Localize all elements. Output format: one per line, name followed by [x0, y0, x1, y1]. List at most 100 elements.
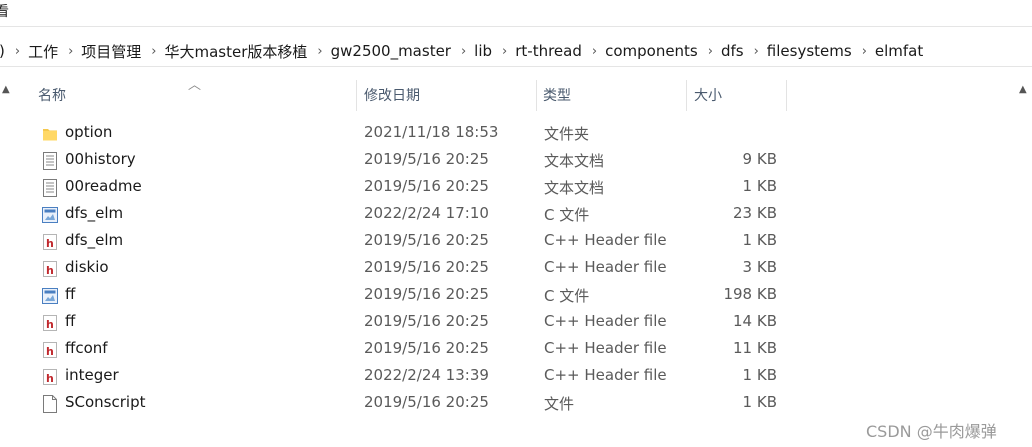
file-size: 23 KB — [733, 204, 777, 222]
c-file-icon — [42, 287, 58, 305]
chevron-right-icon[interactable]: › — [754, 44, 759, 59]
file-row[interactable]: h dfs_elm 2019/5/16 20:25 C++ Header file 1 … — [0, 228, 1000, 255]
breadcrumb-item[interactable]: 华大master版本移植 — [165, 41, 308, 62]
column-date-header[interactable]: 修改日期 — [364, 80, 420, 111]
svg-text:h: h — [46, 372, 54, 385]
chevron-right-icon[interactable]: › — [461, 44, 466, 59]
file-name: diskio — [65, 258, 109, 276]
svg-text:h: h — [46, 237, 54, 250]
breadcrumb-item[interactable]: elmfat — [875, 42, 923, 60]
file-type: C++ Header file — [544, 366, 667, 384]
file-size: 1 KB — [742, 393, 777, 411]
watermark: CSDN @牛肉爆弹 — [866, 422, 997, 441]
file-size: 1 KB — [742, 177, 777, 195]
breadcrumb-item[interactable]: rt-thread — [515, 42, 582, 60]
column-size-header[interactable]: 大小 — [694, 80, 722, 111]
file-row[interactable]: h ff 2019/5/16 20:25 C++ Header file 14 KB — [0, 309, 1000, 336]
column-name-header[interactable]: 名称 — [38, 80, 66, 111]
file-size: 14 KB — [733, 312, 777, 330]
chevron-right-icon[interactable]: › — [708, 44, 713, 59]
svg-text:h: h — [46, 345, 54, 358]
file-type: C++ Header file — [544, 339, 667, 357]
header-file-icon: h — [42, 314, 58, 332]
file-list: option 2021/11/18 18:53 文件夹 00history 2019/5… — [0, 120, 1000, 417]
file-row[interactable]: dfs_elm 2022/2/24 17:10 C 文件 23 KB — [0, 201, 1000, 228]
column-divider[interactable] — [686, 80, 687, 111]
file-row[interactable]: h integer 2022/2/24 13:39 C++ Header file 1 … — [0, 363, 1000, 390]
file-date: 2019/5/16 20:25 — [364, 231, 489, 249]
menu-strip: 看 — [0, 0, 1032, 27]
chevron-right-icon[interactable]: › — [68, 44, 73, 59]
file-size: 1 KB — [742, 231, 777, 249]
column-divider[interactable] — [356, 80, 357, 111]
generic-file-icon — [42, 395, 58, 413]
text-file-icon — [42, 179, 58, 197]
column-divider[interactable] — [536, 80, 537, 111]
file-row[interactable]: option 2021/11/18 18:53 文件夹 — [0, 120, 1000, 147]
svg-text:h: h — [46, 264, 54, 277]
file-date: 2021/11/18 18:53 — [364, 123, 499, 141]
svg-text:h: h — [46, 318, 54, 331]
file-row[interactable]: 00history 2019/5/16 20:25 文本文档 9 KB — [0, 147, 1000, 174]
file-type: C++ Header file — [544, 231, 667, 249]
file-type: 文本文档 — [544, 179, 605, 197]
chevron-right-icon[interactable]: › — [15, 44, 20, 59]
file-type: C++ Header file — [544, 258, 667, 276]
file-size: 9 KB — [742, 150, 777, 168]
chevron-right-icon[interactable]: › — [317, 44, 322, 59]
view-menu[interactable]: 看 — [0, 1, 9, 21]
column-divider[interactable] — [786, 80, 787, 111]
breadcrumb-item[interactable]: filesystems — [767, 42, 852, 60]
file-row[interactable]: 00readme 2019/5/16 20:25 文本文档 1 KB — [0, 174, 1000, 201]
file-date: 2022/2/24 17:10 — [364, 204, 489, 222]
file-type: C++ Header file — [544, 312, 667, 330]
header-file-icon: h — [42, 368, 58, 386]
file-type: 文本文档 — [544, 152, 605, 170]
file-date: 2019/5/16 20:25 — [364, 339, 489, 357]
file-name: dfs_elm — [65, 231, 124, 249]
text-file-icon — [42, 152, 58, 170]
chevron-right-icon[interactable]: › — [151, 44, 156, 59]
nav-pane-scroll-up-icon[interactable]: ▲ — [2, 84, 10, 95]
file-type: 文件夹 — [544, 125, 590, 143]
column-type-header[interactable]: 类型 — [543, 80, 571, 111]
breadcrumb-item[interactable]: 工作 — [28, 41, 58, 62]
file-name: option — [65, 123, 113, 141]
c-file-icon — [42, 206, 58, 224]
file-name: ffconf — [65, 339, 108, 357]
file-date: 2019/5/16 20:25 — [364, 393, 489, 411]
file-date: 2022/2/24 13:39 — [364, 366, 489, 384]
chevron-right-icon[interactable]: › — [592, 44, 597, 59]
chevron-right-icon[interactable]: › — [862, 44, 867, 59]
file-row[interactable]: ff 2019/5/16 20:25 C 文件 198 KB — [0, 282, 1000, 309]
file-row[interactable]: h ffconf 2019/5/16 20:25 C++ Header file 11 … — [0, 336, 1000, 363]
file-row[interactable]: SConscript 2019/5/16 20:25 文件 1 KB — [0, 390, 1000, 417]
chevron-right-icon[interactable]: › — [502, 44, 507, 59]
header-file-icon: h — [42, 233, 58, 251]
file-name: 00history — [65, 150, 136, 168]
sort-ascending-icon: ︿ — [188, 78, 202, 93]
file-row[interactable]: h diskio 2019/5/16 20:25 C++ Header file 3 K… — [0, 255, 1000, 282]
header-file-icon: h — [42, 341, 58, 359]
file-name: ff — [65, 285, 76, 303]
file-type: 文件 — [544, 395, 575, 413]
file-date: 2019/5/16 20:25 — [364, 258, 489, 276]
scroll-up-icon[interactable]: ▲ — [1019, 84, 1027, 95]
breadcrumb-item[interactable]: gw2500_master — [331, 42, 451, 60]
file-type: C 文件 — [544, 206, 590, 224]
breadcrumb-item[interactable]: 项目管理 — [81, 41, 141, 62]
breadcrumb: ) › 工作 › 项目管理 › 华大master版本移植 › gw2500_master › lib… — [0, 40, 923, 62]
file-name: integer — [65, 366, 119, 384]
vertical-scrollbar[interactable] — [1015, 80, 1032, 447]
file-size: 1 KB — [742, 366, 777, 384]
breadcrumb-item[interactable]: lib — [474, 42, 492, 60]
breadcrumb-item[interactable]: dfs — [721, 42, 744, 60]
address-bar[interactable]: ) › 工作 › 项目管理 › 华大master版本移植 › gw2500_master › lib… — [0, 36, 1032, 67]
file-type: C 文件 — [544, 287, 590, 305]
file-name: 00readme — [65, 177, 142, 195]
file-date: 2019/5/16 20:25 — [364, 285, 489, 303]
breadcrumb-item[interactable]: components — [605, 42, 698, 60]
file-date: 2019/5/16 20:25 — [364, 312, 489, 330]
file-size: 11 KB — [733, 339, 777, 357]
header-file-icon: h — [42, 260, 58, 278]
